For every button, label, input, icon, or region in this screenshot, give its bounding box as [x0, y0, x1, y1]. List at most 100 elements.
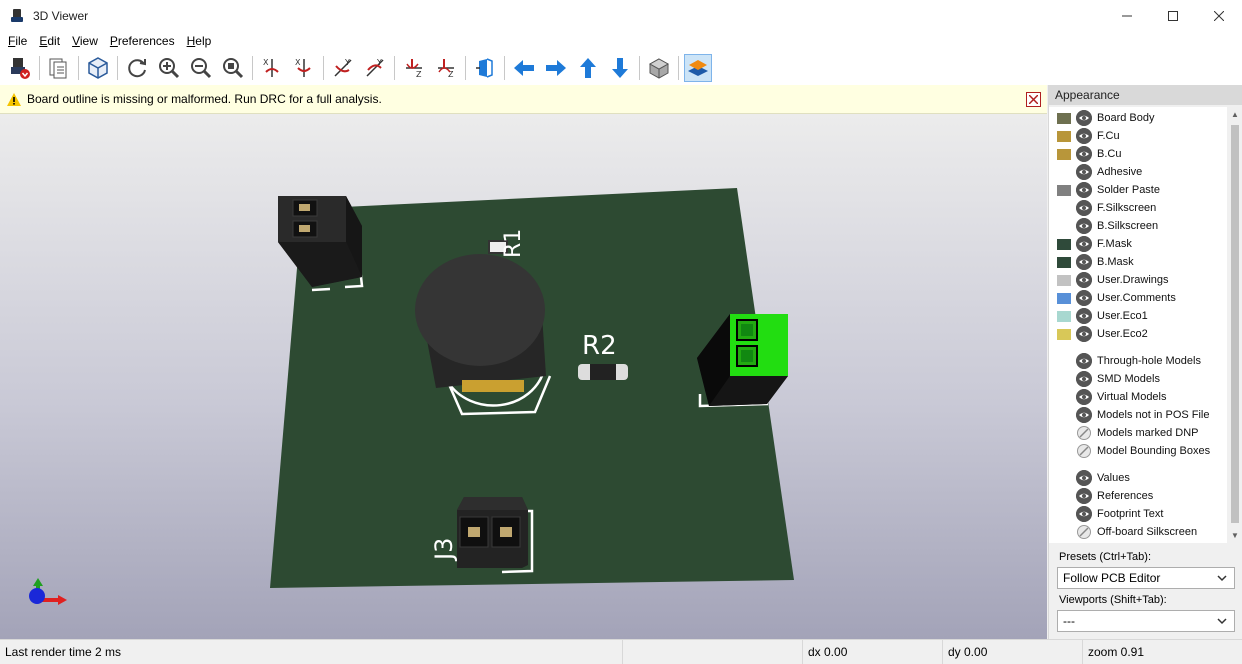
eye-icon[interactable] — [1076, 506, 1092, 522]
maximize-button[interactable] — [1150, 0, 1196, 31]
layer-label: Footprint Text — [1097, 508, 1164, 520]
pan-up-button[interactable] — [574, 54, 602, 82]
layer-label: User.Eco1 — [1097, 310, 1148, 322]
zoom-out-button[interactable] — [187, 54, 215, 82]
close-button[interactable] — [1196, 0, 1242, 31]
layer-color-swatch[interactable] — [1057, 238, 1071, 250]
pan-right-button[interactable] — [542, 54, 570, 82]
layer-list-scrollbar[interactable]: ▲ ▼ — [1227, 107, 1242, 543]
eye-icon[interactable] — [1076, 488, 1092, 504]
layer-row[interactable]: F.Mask — [1049, 235, 1227, 253]
layer-row[interactable]: References — [1049, 487, 1227, 505]
layer-row[interactable]: Adhesive — [1049, 163, 1227, 181]
layer-row[interactable]: F.Cu — [1049, 127, 1227, 145]
flip-board-button[interactable] — [471, 54, 499, 82]
eye-icon[interactable] — [1076, 371, 1092, 387]
menu-file[interactable]: File — [4, 34, 31, 48]
layer-row[interactable]: User.Comments — [1049, 289, 1227, 307]
refresh-button[interactable] — [123, 54, 151, 82]
rotate-y-ccw-button[interactable]: Y — [361, 54, 389, 82]
eye-icon[interactable] — [1076, 389, 1092, 405]
eye-icon[interactable] — [1076, 353, 1092, 369]
eye-icon[interactable] — [1076, 218, 1092, 234]
rotate-y-cw-button[interactable]: Y — [329, 54, 357, 82]
eye-icon[interactable] — [1076, 290, 1092, 306]
hidden-eye-icon[interactable] — [1076, 524, 1092, 540]
eye-icon[interactable] — [1076, 272, 1092, 288]
hidden-eye-icon[interactable] — [1076, 425, 1092, 441]
layer-label: Through-hole Models — [1097, 355, 1201, 367]
eye-icon[interactable] — [1076, 182, 1092, 198]
rotate-x-ccw-button[interactable]: X — [290, 54, 318, 82]
hidden-eye-icon[interactable] — [1076, 443, 1092, 459]
eye-icon[interactable] — [1076, 308, 1092, 324]
layer-row[interactable]: Model Bounding Boxes — [1049, 442, 1227, 460]
ortho-button[interactable] — [645, 54, 673, 82]
menu-edit[interactable]: Edit — [35, 34, 64, 48]
layer-color-swatch[interactable] — [1057, 274, 1071, 286]
viewports-select[interactable]: --- — [1057, 610, 1235, 632]
rotate-x-cw-button[interactable]: X — [258, 54, 286, 82]
layer-row[interactable]: B.Silkscreen — [1049, 217, 1227, 235]
layer-row[interactable]: Models not in POS File — [1049, 406, 1227, 424]
layer-row[interactable]: Footprint Text — [1049, 505, 1227, 523]
zoom-status: zoom 0.91 — [1082, 640, 1242, 664]
scroll-up-icon[interactable]: ▲ — [1231, 110, 1239, 119]
menu-preferences[interactable]: Preferences — [106, 34, 179, 48]
presets-select[interactable]: Follow PCB Editor — [1057, 567, 1235, 589]
toolbar: X X Y Y Z Z — [0, 51, 1242, 85]
layer-color-swatch[interactable] — [1057, 292, 1071, 304]
layer-row[interactable]: Virtual Models — [1049, 388, 1227, 406]
layer-row[interactable]: User.Eco1 — [1049, 307, 1227, 325]
menu-help[interactable]: Help — [183, 34, 216, 48]
infobar-close-button[interactable] — [1026, 92, 1041, 107]
eye-icon[interactable] — [1076, 470, 1092, 486]
eye-icon[interactable] — [1076, 146, 1092, 162]
layer-color-swatch[interactable] — [1057, 112, 1071, 124]
eye-icon[interactable] — [1076, 407, 1092, 423]
layer-row[interactable]: Through-hole Models — [1049, 352, 1227, 370]
layer-row[interactable]: User.Drawings — [1049, 271, 1227, 289]
eye-icon[interactable] — [1076, 236, 1092, 252]
layer-row[interactable]: User.Eco2 — [1049, 325, 1227, 343]
eye-icon[interactable] — [1076, 254, 1092, 270]
3d-viewport[interactable]: J1 R1 R2 J2 — [0, 114, 1047, 639]
layer-color-swatch[interactable] — [1057, 310, 1071, 322]
zoom-in-button[interactable] — [155, 54, 183, 82]
minimize-button[interactable] — [1104, 0, 1150, 31]
layer-row[interactable]: Values — [1049, 469, 1227, 487]
layer-color-swatch[interactable] — [1057, 328, 1071, 340]
rotate-z-cw-button[interactable]: Z — [400, 54, 428, 82]
eye-icon[interactable] — [1076, 326, 1092, 342]
layer-row[interactable]: Off-board Silkscreen — [1049, 523, 1227, 541]
rotate-z-ccw-button[interactable]: Z — [432, 54, 460, 82]
dx-status: dx 0.00 — [802, 640, 942, 664]
layer-row[interactable]: Models marked DNP — [1049, 424, 1227, 442]
layer-row[interactable]: B.Mask — [1049, 253, 1227, 271]
layer-row[interactable]: Board Body — [1049, 109, 1227, 127]
layer-color-swatch[interactable] — [1057, 130, 1071, 142]
pan-down-button[interactable] — [606, 54, 634, 82]
layer-color-swatch[interactable] — [1057, 184, 1071, 196]
layer-color-swatch[interactable] — [1057, 148, 1071, 160]
zoom-fit-button[interactable] — [219, 54, 247, 82]
menu-view[interactable]: View — [68, 34, 102, 48]
rotate-x-ccw-icon: X — [295, 58, 311, 77]
layer-row[interactable]: Solder Paste — [1049, 181, 1227, 199]
layer-row[interactable]: B.Cu — [1049, 145, 1227, 163]
scroll-thumb[interactable] — [1231, 125, 1239, 523]
eye-icon[interactable] — [1076, 128, 1092, 144]
bounding-box-button[interactable] — [84, 54, 112, 82]
eye-icon[interactable] — [1076, 164, 1092, 180]
layers-manager-button[interactable] — [684, 54, 712, 82]
pan-left-button[interactable] — [510, 54, 538, 82]
layer-color-swatch[interactable] — [1057, 256, 1071, 268]
layer-row[interactable]: F.Silkscreen — [1049, 199, 1227, 217]
scroll-down-icon[interactable]: ▼ — [1231, 531, 1239, 540]
buzzer-component — [415, 254, 546, 392]
copy-image-button[interactable] — [45, 54, 73, 82]
layer-row[interactable]: SMD Models — [1049, 370, 1227, 388]
reload-board-button[interactable] — [6, 54, 34, 82]
eye-icon[interactable] — [1076, 200, 1092, 216]
eye-icon[interactable] — [1076, 110, 1092, 126]
